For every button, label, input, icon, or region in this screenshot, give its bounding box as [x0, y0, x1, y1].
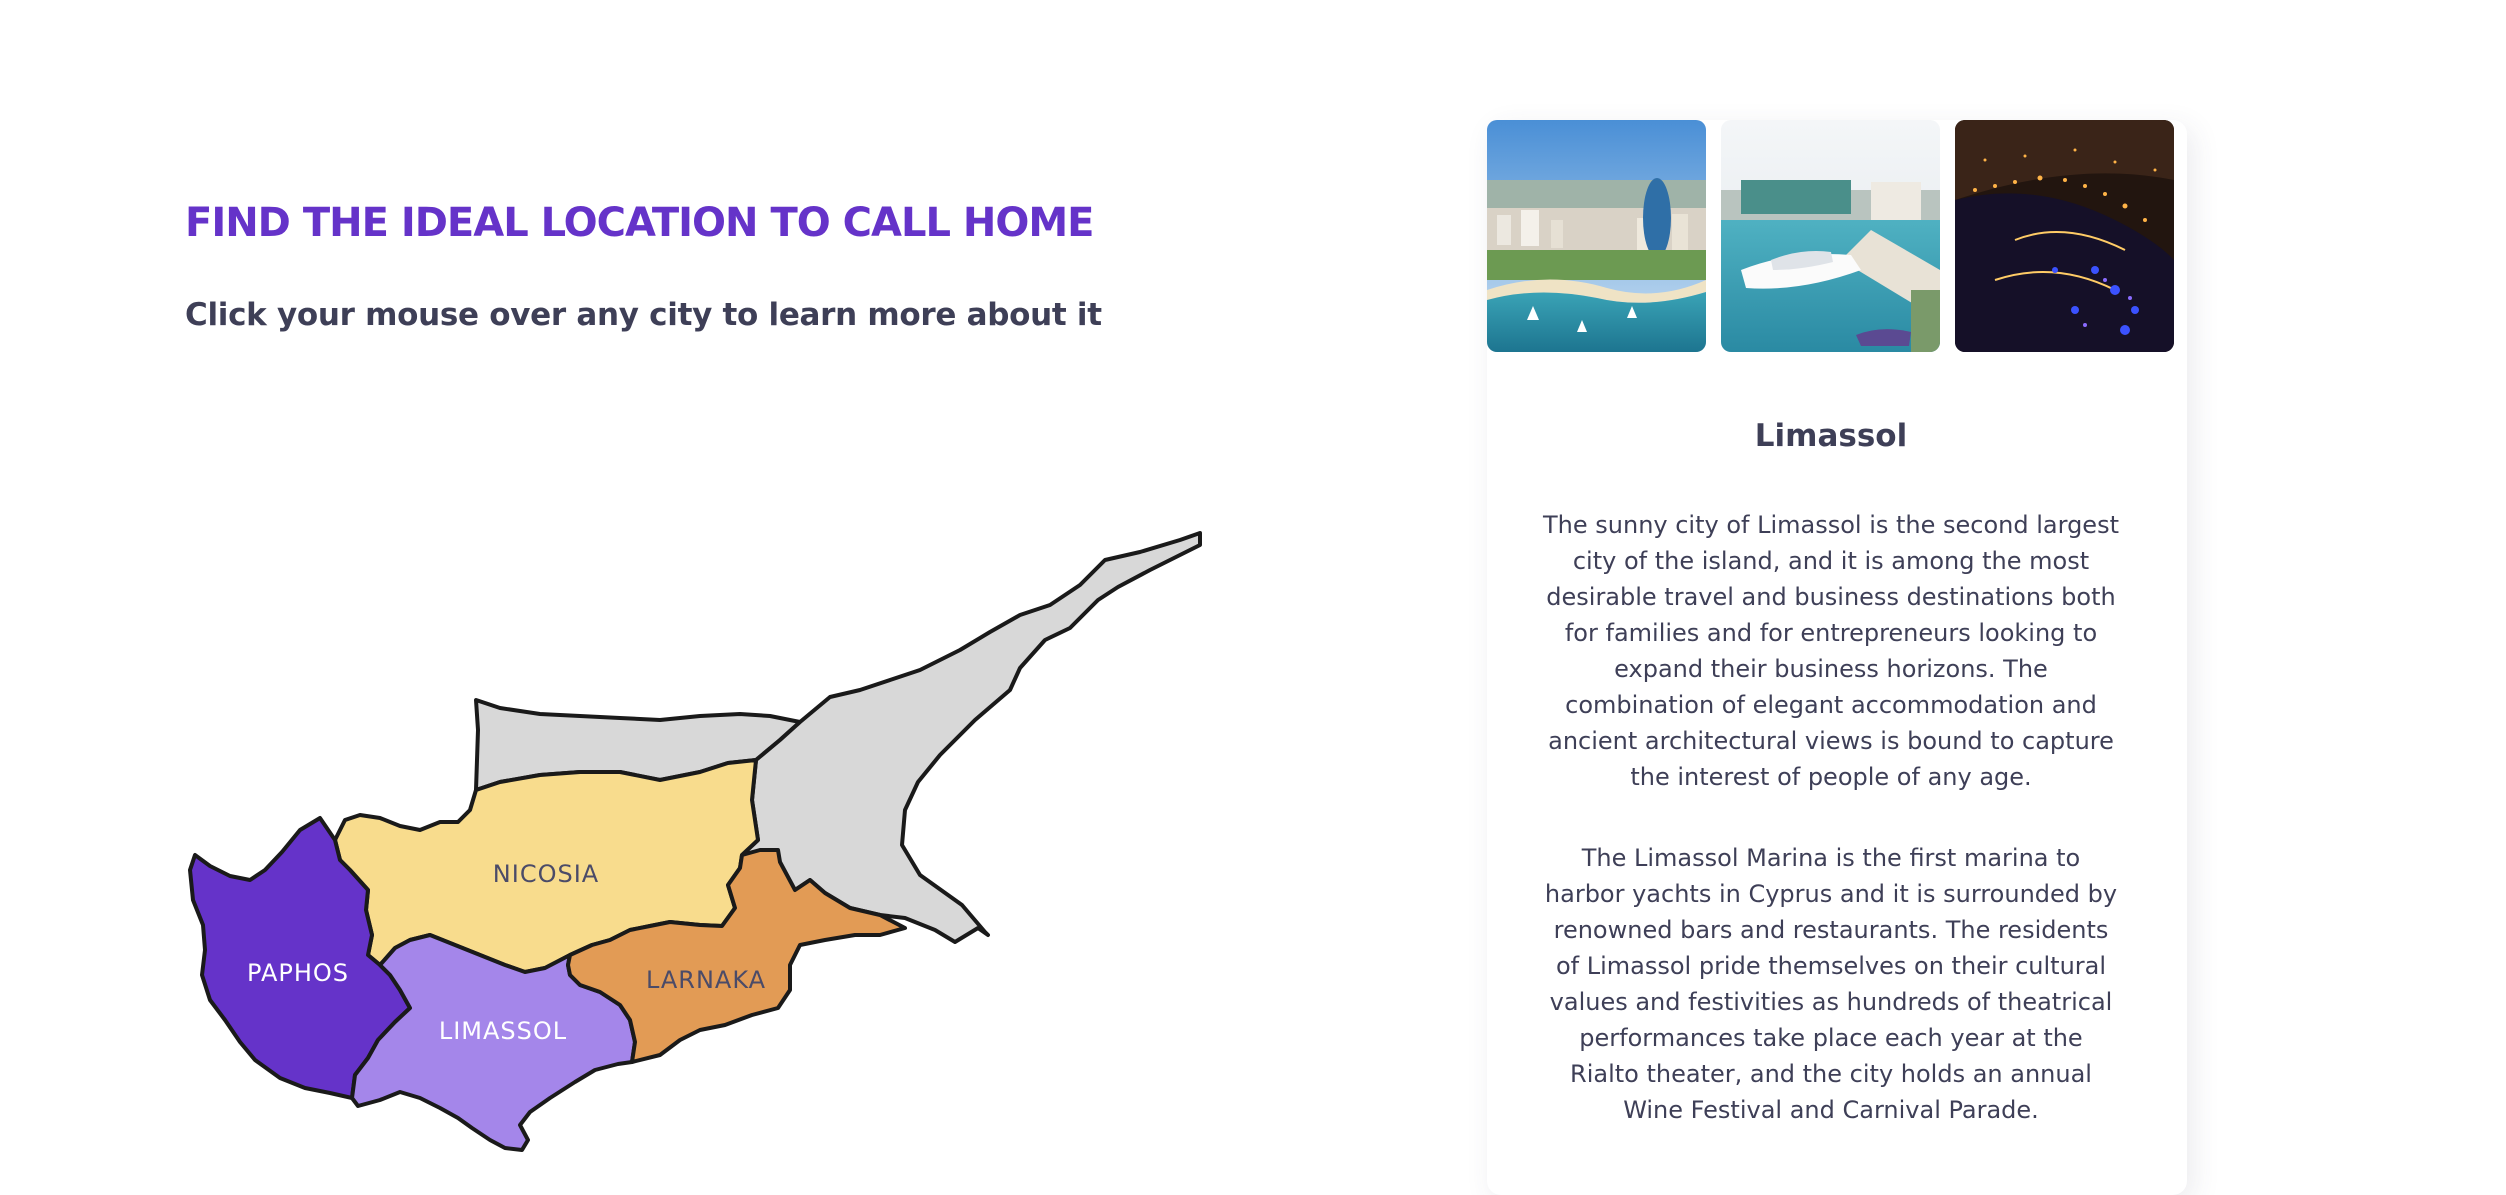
cyprus-map: NICOSIA PAPHOS LIMASSOL LARNAKA: [188, 531, 1202, 1152]
city-description-paragraph: The sunny city of Limassol is the second…: [1543, 511, 2119, 791]
marina-yacht-photo[interactable]: [1721, 120, 1940, 352]
city-photo-gallery: [1487, 120, 2175, 352]
city-info-card: Limassol The sunny city of Limassol is t…: [1487, 120, 2187, 1195]
coastal-city-photo[interactable]: [1487, 120, 1706, 352]
city-name: Limassol: [1754, 418, 1908, 454]
night-marina-photo[interactable]: [1955, 120, 2174, 352]
city-description-paragraph: The Limassol Marina is the first marina …: [1544, 844, 2118, 1124]
